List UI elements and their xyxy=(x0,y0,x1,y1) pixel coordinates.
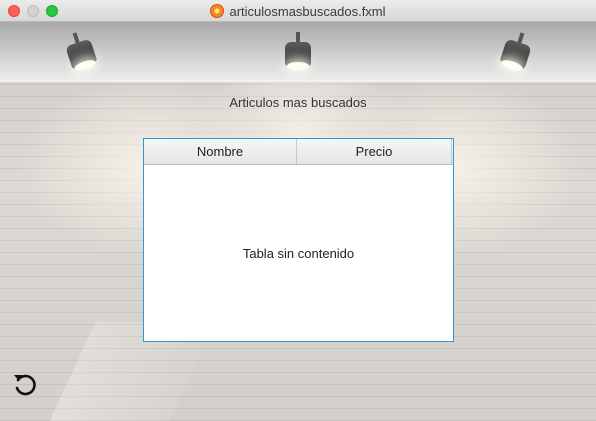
refresh-icon xyxy=(14,374,36,396)
articles-table[interactable]: Nombre Precio Tabla sin contenido xyxy=(143,138,454,342)
page-title: Articulos mas buscados xyxy=(229,95,367,110)
window-title: articulosmasbuscados.fxml xyxy=(229,3,386,19)
column-header-filler xyxy=(452,139,453,164)
column-header-precio[interactable]: Precio xyxy=(297,139,452,164)
table-header: Nombre Precio xyxy=(144,139,453,165)
window-title-group: articulosmasbuscados.fxml xyxy=(0,0,596,22)
title-bar: articulosmasbuscados.fxml xyxy=(0,0,596,22)
spotlight-lamp xyxy=(281,32,315,74)
app-window: articulosmasbuscados.fxml Articulos mas … xyxy=(0,0,596,421)
refresh-button[interactable] xyxy=(10,370,40,400)
table-placeholder: Tabla sin contenido xyxy=(242,245,355,261)
column-header-nombre[interactable]: Nombre xyxy=(144,139,297,164)
app-icon xyxy=(210,4,225,18)
